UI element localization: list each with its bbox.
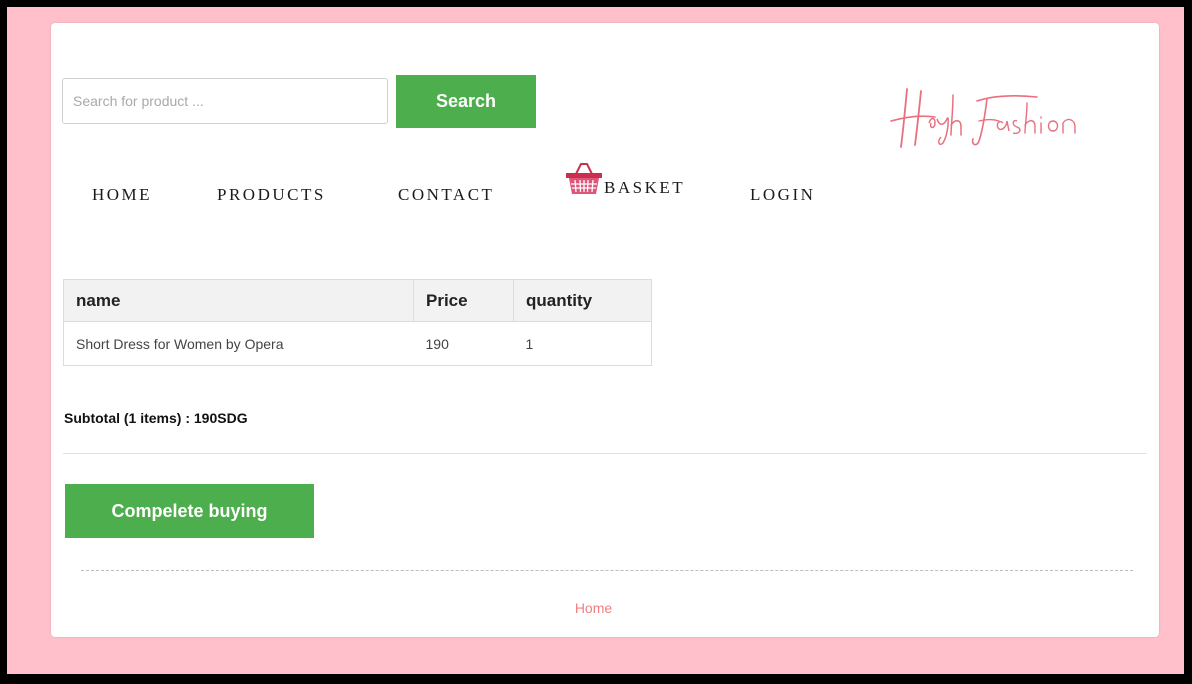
basket-icon — [566, 163, 602, 194]
nav-item-basket[interactable]: BASKET — [564, 162, 686, 197]
search-input[interactable] — [62, 78, 388, 124]
complete-buying-button[interactable]: Compelete buying — [65, 484, 314, 538]
page-background: Search HOME PRODUCTS CONTACT — [7, 7, 1184, 674]
cart-table: name Price quantity Short Dress for Wome… — [63, 279, 652, 366]
footer-home-link[interactable]: Home — [51, 600, 1136, 616]
column-header-quantity: quantity — [513, 279, 652, 322]
nav-item-home[interactable]: HOME — [92, 185, 152, 205]
subtotal-text: Subtotal (1 items) : 190SDG — [64, 410, 248, 426]
cell-product-name: Short Dress for Women by Opera — [76, 335, 284, 352]
nav-item-login[interactable]: LOGIN — [750, 185, 815, 205]
nav-item-contact[interactable]: CONTACT — [398, 185, 494, 205]
table-header-row: name Price quantity — [63, 279, 652, 322]
nav-item-products[interactable]: PRODUCTS — [217, 185, 326, 205]
brand-logo — [890, 88, 1076, 148]
main-nav: HOME PRODUCTS CONTACT BASKET LOGIN — [51, 163, 951, 213]
main-card: Search HOME PRODUCTS CONTACT — [51, 23, 1159, 637]
cell-quantity: 1 — [525, 335, 534, 352]
search-button[interactable]: Search — [396, 75, 536, 128]
column-header-name: name — [63, 279, 414, 322]
footer-divider — [81, 570, 1133, 571]
divider — [63, 453, 1147, 454]
column-header-price: Price — [413, 279, 514, 322]
cell-price: 190 — [425, 335, 449, 352]
nav-item-basket-label: BASKET — [604, 178, 686, 197]
table-row: Short Dress for Women by Opera 190 1 — [64, 322, 652, 366]
